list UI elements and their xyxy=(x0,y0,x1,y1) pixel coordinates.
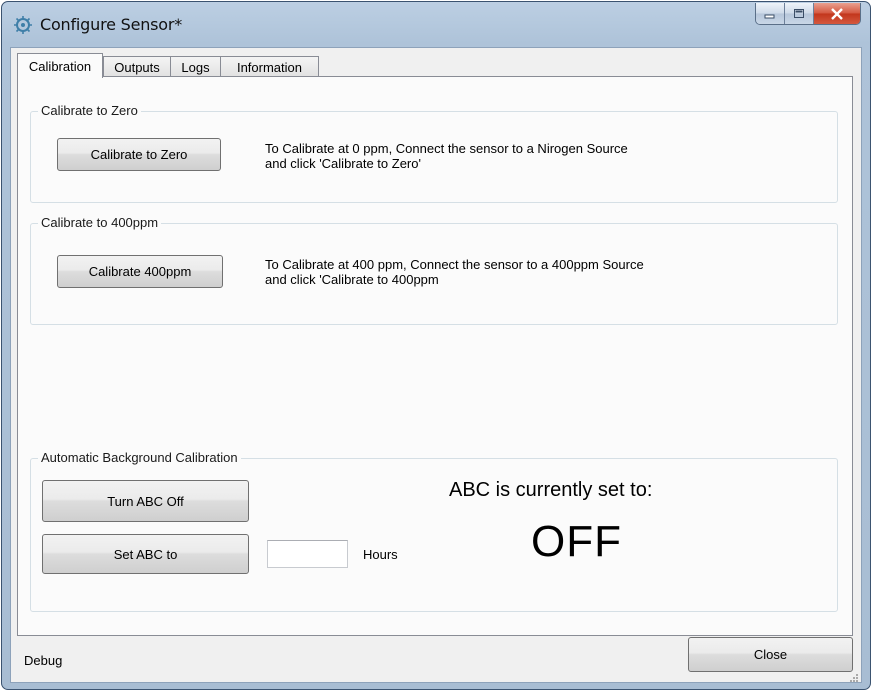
tab-information[interactable]: Information xyxy=(220,56,319,77)
calibration-tab-panel: Calibrate to Zero Calibrate to Zero To C… xyxy=(17,76,853,636)
abc-status-value: OFF xyxy=(531,517,622,566)
configure-sensor-window: Configure Sensor* Calibration Outputs Lo… xyxy=(1,1,871,690)
set-abc-button[interactable]: Set ABC to xyxy=(42,534,249,574)
calibrate-zero-group-label: Calibrate to Zero xyxy=(38,103,141,118)
maximize-button[interactable] xyxy=(785,3,814,24)
calibrate-400ppm-hint: To Calibrate at 400 ppm, Connect the sen… xyxy=(265,257,644,287)
close-icon xyxy=(830,7,844,20)
debug-label: Debug xyxy=(24,653,63,668)
calibrate-400ppm-hint-line1: To Calibrate at 400 ppm, Connect the sen… xyxy=(265,257,644,272)
resize-grip-icon[interactable] xyxy=(849,670,859,682)
abc-hours-input[interactable] xyxy=(267,540,348,568)
minimize-icon xyxy=(764,9,776,19)
abc-group: Automatic Background Calibration Turn AB… xyxy=(30,450,838,612)
window-controls xyxy=(755,3,861,25)
calibrate-400ppm-hint-line2: and click 'Calibrate to 400ppm xyxy=(265,272,439,287)
tab-logs[interactable]: Logs xyxy=(170,56,221,77)
calibrate-zero-group: Calibrate to Zero Calibrate to Zero To C… xyxy=(30,103,838,203)
abc-group-label: Automatic Background Calibration xyxy=(38,450,241,465)
title-bar[interactable]: Configure Sensor* xyxy=(2,2,870,42)
calibrate-zero-hint-line2: and click 'Calibrate to Zero' xyxy=(265,156,421,171)
tab-calibration[interactable]: Calibration xyxy=(17,53,103,78)
maximize-icon xyxy=(793,8,805,19)
calibrate-400ppm-group: Calibrate to 400ppm Calibrate 400ppm To … xyxy=(30,215,838,325)
calibrate-to-zero-button[interactable]: Calibrate to Zero xyxy=(57,138,221,171)
close-window-button[interactable] xyxy=(814,3,860,24)
calibrate-400ppm-button[interactable]: Calibrate 400ppm xyxy=(57,255,223,288)
calibrate-zero-hint: To Calibrate at 0 ppm, Connect the senso… xyxy=(265,141,628,171)
window-title: Configure Sensor* xyxy=(40,15,183,34)
abc-status-label: ABC is currently set to: xyxy=(449,479,653,501)
calibrate-zero-hint-line1: To Calibrate at 0 ppm, Connect the senso… xyxy=(265,141,628,156)
hours-label: Hours xyxy=(363,547,398,562)
tab-outputs[interactable]: Outputs xyxy=(103,56,171,77)
sensor-gear-icon xyxy=(13,15,33,35)
turn-abc-off-button[interactable]: Turn ABC Off xyxy=(42,480,249,522)
client-area: Calibration Outputs Logs Information Cal… xyxy=(10,47,862,683)
calibrate-400ppm-group-label: Calibrate to 400ppm xyxy=(38,215,162,230)
close-button[interactable]: Close xyxy=(688,637,853,672)
minimize-button[interactable] xyxy=(756,3,785,24)
